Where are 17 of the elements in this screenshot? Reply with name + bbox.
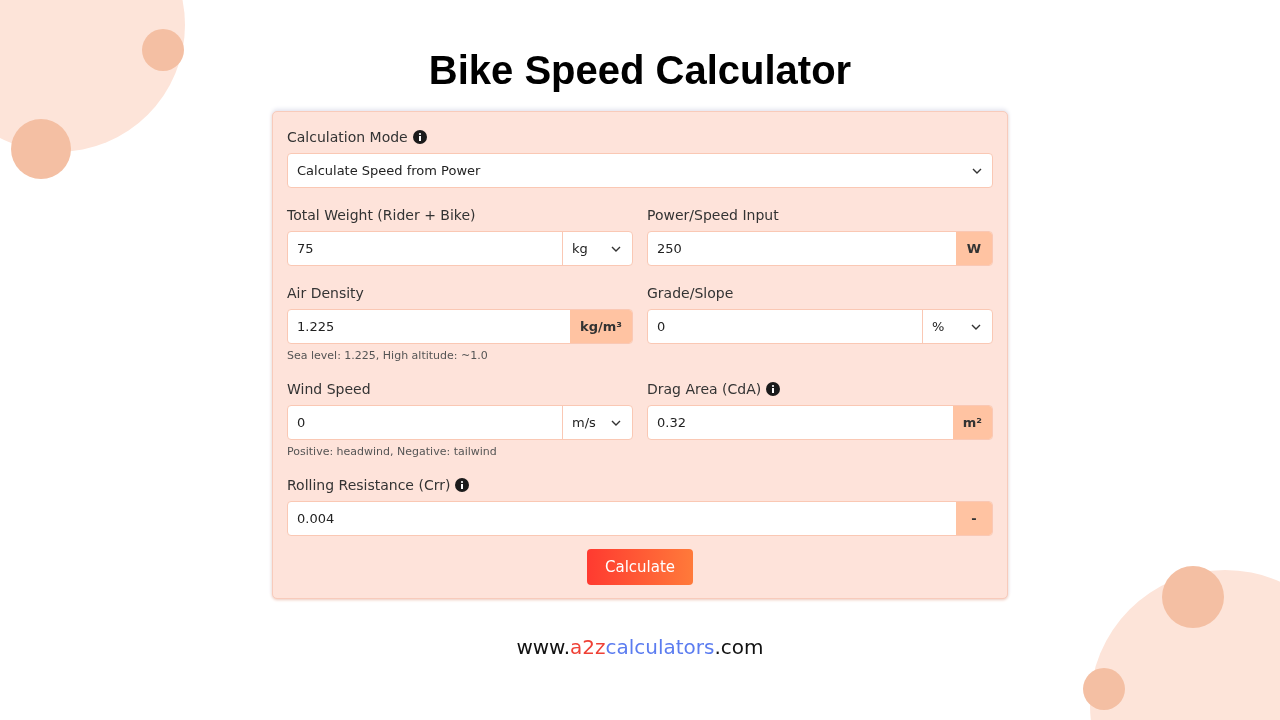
field-label: Wind Speed: [287, 381, 371, 397]
field-label: Drag Area (CdA): [647, 381, 762, 397]
help-text: Positive: headwind, Negative: tailwind: [287, 445, 498, 458]
field-label: Rolling Resistance (Crr): [287, 477, 451, 493]
page-title: Bike Speed Calculator: [428, 48, 852, 93]
info-icon[interactable]: [455, 478, 470, 492]
field-label: Total Weight (Rider + Bike): [287, 207, 476, 223]
field-label: Air Density: [287, 285, 364, 301]
field-label: Grade/Slope: [647, 285, 734, 301]
chevron-down-icon: [971, 166, 983, 175]
help-text: Sea level: 1.225, High altitude: ~1.0: [287, 349, 489, 362]
field-label: Calculation Mode: [287, 129, 408, 145]
field-label: Power/Speed Input: [647, 207, 779, 223]
website-url: www.a2zcalculators.com: [516, 635, 764, 659]
info-icon[interactable]: [412, 130, 427, 144]
mode-dropdown[interactable]: Calculate Speed from Power: [287, 153, 993, 188]
info-icon[interactable]: [766, 382, 781, 396]
